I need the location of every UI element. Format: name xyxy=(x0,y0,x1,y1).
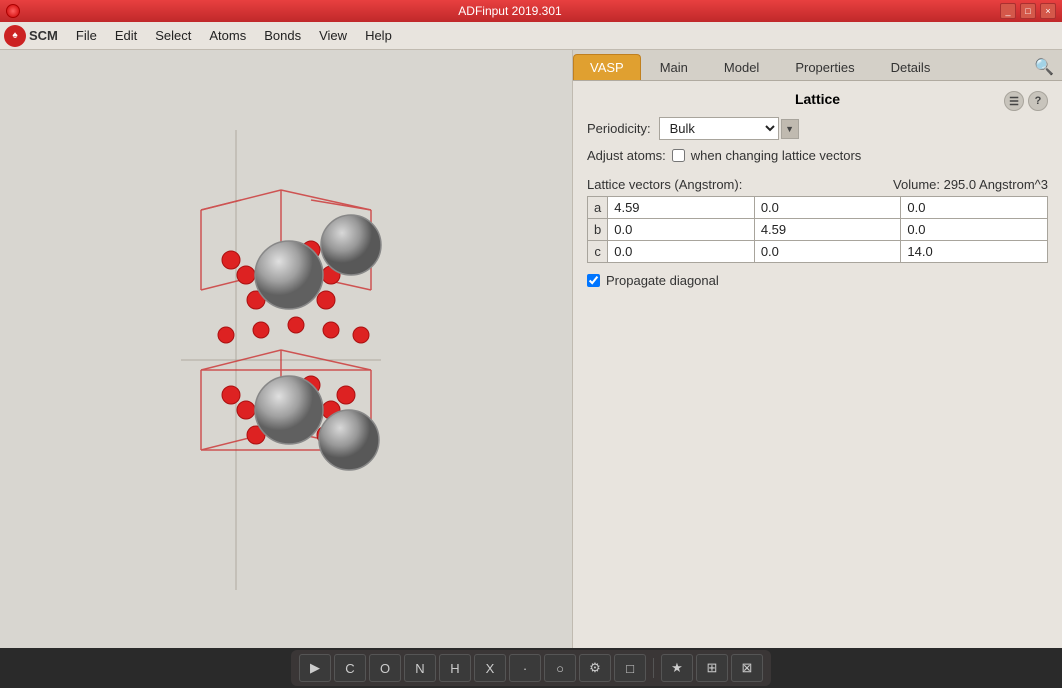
toolbar-c-button[interactable]: C xyxy=(334,654,366,682)
cell-b-y[interactable] xyxy=(754,219,901,241)
toolbar-square-button[interactable]: □ xyxy=(614,654,646,682)
scm-icon: ♠ xyxy=(4,25,26,47)
lattice-vectors-label: Lattice vectors (Angstrom): xyxy=(587,177,742,192)
adjust-atoms-checkbox[interactable] xyxy=(672,149,685,162)
cell-c-z[interactable] xyxy=(901,241,1048,263)
scm-logo: ♠ SCM xyxy=(4,25,58,47)
tab-bar: VASP Main Model Properties Details 🔍 xyxy=(573,50,1062,81)
panel-title-icons: ☰ ? xyxy=(1004,91,1048,111)
toolbar-o-button[interactable]: O xyxy=(369,654,401,682)
cell-c-x[interactable] xyxy=(608,241,755,263)
toolbar-separator-1 xyxy=(653,658,654,678)
toolbar-star-button[interactable]: ★ xyxy=(661,654,693,682)
row-label-b: b xyxy=(588,219,608,241)
input-a-z[interactable] xyxy=(907,200,1041,215)
toolbar-play-button[interactable]: ▶ xyxy=(299,654,331,682)
volume-text: Volume: 295.0 Angstrom^3 xyxy=(893,177,1048,192)
tab-details[interactable]: Details xyxy=(874,54,948,80)
table-row-a: a xyxy=(588,197,1048,219)
window-title: ADFinput 2019.301 xyxy=(458,4,561,18)
cell-a-y[interactable] xyxy=(754,197,901,219)
toolbar-gear-button[interactable]: ⚙ xyxy=(579,654,611,682)
panel-content: Lattice ☰ ? Periodicity: Bulk Slab Wire … xyxy=(573,81,1062,648)
menu-edit[interactable]: Edit xyxy=(107,25,145,46)
viewport xyxy=(0,50,572,648)
propagate-checkbox[interactable] xyxy=(587,274,600,287)
lattice-header: Lattice vectors (Angstrom): Volume: 295.… xyxy=(587,177,1048,192)
input-c-y[interactable] xyxy=(761,244,895,259)
adjust-atoms-row: Adjust atoms: when changing lattice vect… xyxy=(587,148,1048,163)
input-a-x[interactable] xyxy=(614,200,748,215)
adjust-atoms-suffix: when changing lattice vectors xyxy=(691,148,862,163)
scm-icon-symbol: ♠ xyxy=(12,30,17,41)
cell-b-x[interactable] xyxy=(608,219,755,241)
table-row-b: b xyxy=(588,219,1048,241)
row-label-a: a xyxy=(588,197,608,219)
tab-properties[interactable]: Properties xyxy=(778,54,871,80)
propagate-label: Propagate diagonal xyxy=(606,273,719,288)
input-b-y[interactable] xyxy=(761,222,895,237)
toolbar-circle-button[interactable]: ○ xyxy=(544,654,576,682)
periodicity-select[interactable]: Bulk Slab Wire Molecule xyxy=(659,117,779,140)
bottom-toolbar: ▶ C O N H X · ○ ⚙ □ ★ ⊞ ⊠ xyxy=(0,648,1062,688)
periodicity-dropdown-arrow[interactable]: ▼ xyxy=(781,119,799,139)
periodicity-select-wrapper: Bulk Slab Wire Molecule ▼ xyxy=(659,117,799,140)
lattice-section: Lattice vectors (Angstrom): Volume: 295.… xyxy=(587,177,1048,263)
input-c-x[interactable] xyxy=(614,244,748,259)
cell-a-z[interactable] xyxy=(901,197,1048,219)
menu-atoms[interactable]: Atoms xyxy=(201,25,254,46)
panel-help-icon[interactable]: ? xyxy=(1028,91,1048,111)
toolbar-n-button[interactable]: N xyxy=(404,654,436,682)
viewport-svg xyxy=(0,50,572,648)
panel-menu-icon[interactable]: ☰ xyxy=(1004,91,1024,111)
propagate-row: Propagate diagonal xyxy=(587,273,1048,288)
row-label-c: c xyxy=(588,241,608,263)
menu-help[interactable]: Help xyxy=(357,25,400,46)
main-content: VASP Main Model Properties Details 🔍 Lat… xyxy=(0,50,1062,648)
toolbar-x2-button[interactable]: ⊠ xyxy=(731,654,763,682)
menu-bonds[interactable]: Bonds xyxy=(256,25,309,46)
window-close-button[interactable] xyxy=(6,4,20,18)
tab-vasp[interactable]: VASP xyxy=(573,54,641,80)
cell-a-x[interactable] xyxy=(608,197,755,219)
title-bar: ADFinput 2019.301 _ □ × xyxy=(0,0,1062,22)
adjust-atoms-label: Adjust atoms: xyxy=(587,148,666,163)
table-row-c: c xyxy=(588,241,1048,263)
input-a-y[interactable] xyxy=(761,200,895,215)
input-b-z[interactable] xyxy=(907,222,1041,237)
menu-bar: ♠ SCM File Edit Select Atoms Bonds View … xyxy=(0,22,1062,50)
input-c-z[interactable] xyxy=(907,244,1041,259)
toolbar-h-button[interactable]: H xyxy=(439,654,471,682)
toolbar-x-button[interactable]: X xyxy=(474,654,506,682)
toolbar-dot-button[interactable]: · xyxy=(509,654,541,682)
right-panel: VASP Main Model Properties Details 🔍 Lat… xyxy=(572,50,1062,648)
panel-title: Lattice ☰ ? xyxy=(587,91,1048,107)
window-minimize-button[interactable]: _ xyxy=(1000,3,1016,19)
search-icon[interactable]: 🔍 xyxy=(1032,55,1056,79)
menu-file[interactable]: File xyxy=(68,25,105,46)
periodicity-label: Periodicity: xyxy=(587,121,651,136)
title-bar-left xyxy=(6,4,20,18)
cell-b-z[interactable] xyxy=(901,219,1048,241)
window-maximize-button[interactable]: □ xyxy=(1020,3,1036,19)
lattice-table: a b c xyxy=(587,196,1048,263)
toolbar-container: ▶ C O N H X · ○ ⚙ □ ★ ⊞ ⊠ xyxy=(291,650,771,686)
tab-model[interactable]: Model xyxy=(707,54,776,80)
menu-view[interactable]: View xyxy=(311,25,355,46)
toolbar-grid-button[interactable]: ⊞ xyxy=(696,654,728,682)
periodicity-row: Periodicity: Bulk Slab Wire Molecule ▼ xyxy=(587,117,1048,140)
tab-main[interactable]: Main xyxy=(643,54,705,80)
title-bar-controls: _ □ × xyxy=(1000,3,1056,19)
cell-c-y[interactable] xyxy=(754,241,901,263)
scm-text: SCM xyxy=(29,28,58,43)
menu-select[interactable]: Select xyxy=(147,25,199,46)
input-b-x[interactable] xyxy=(614,222,748,237)
window-close-x-button[interactable]: × xyxy=(1040,3,1056,19)
